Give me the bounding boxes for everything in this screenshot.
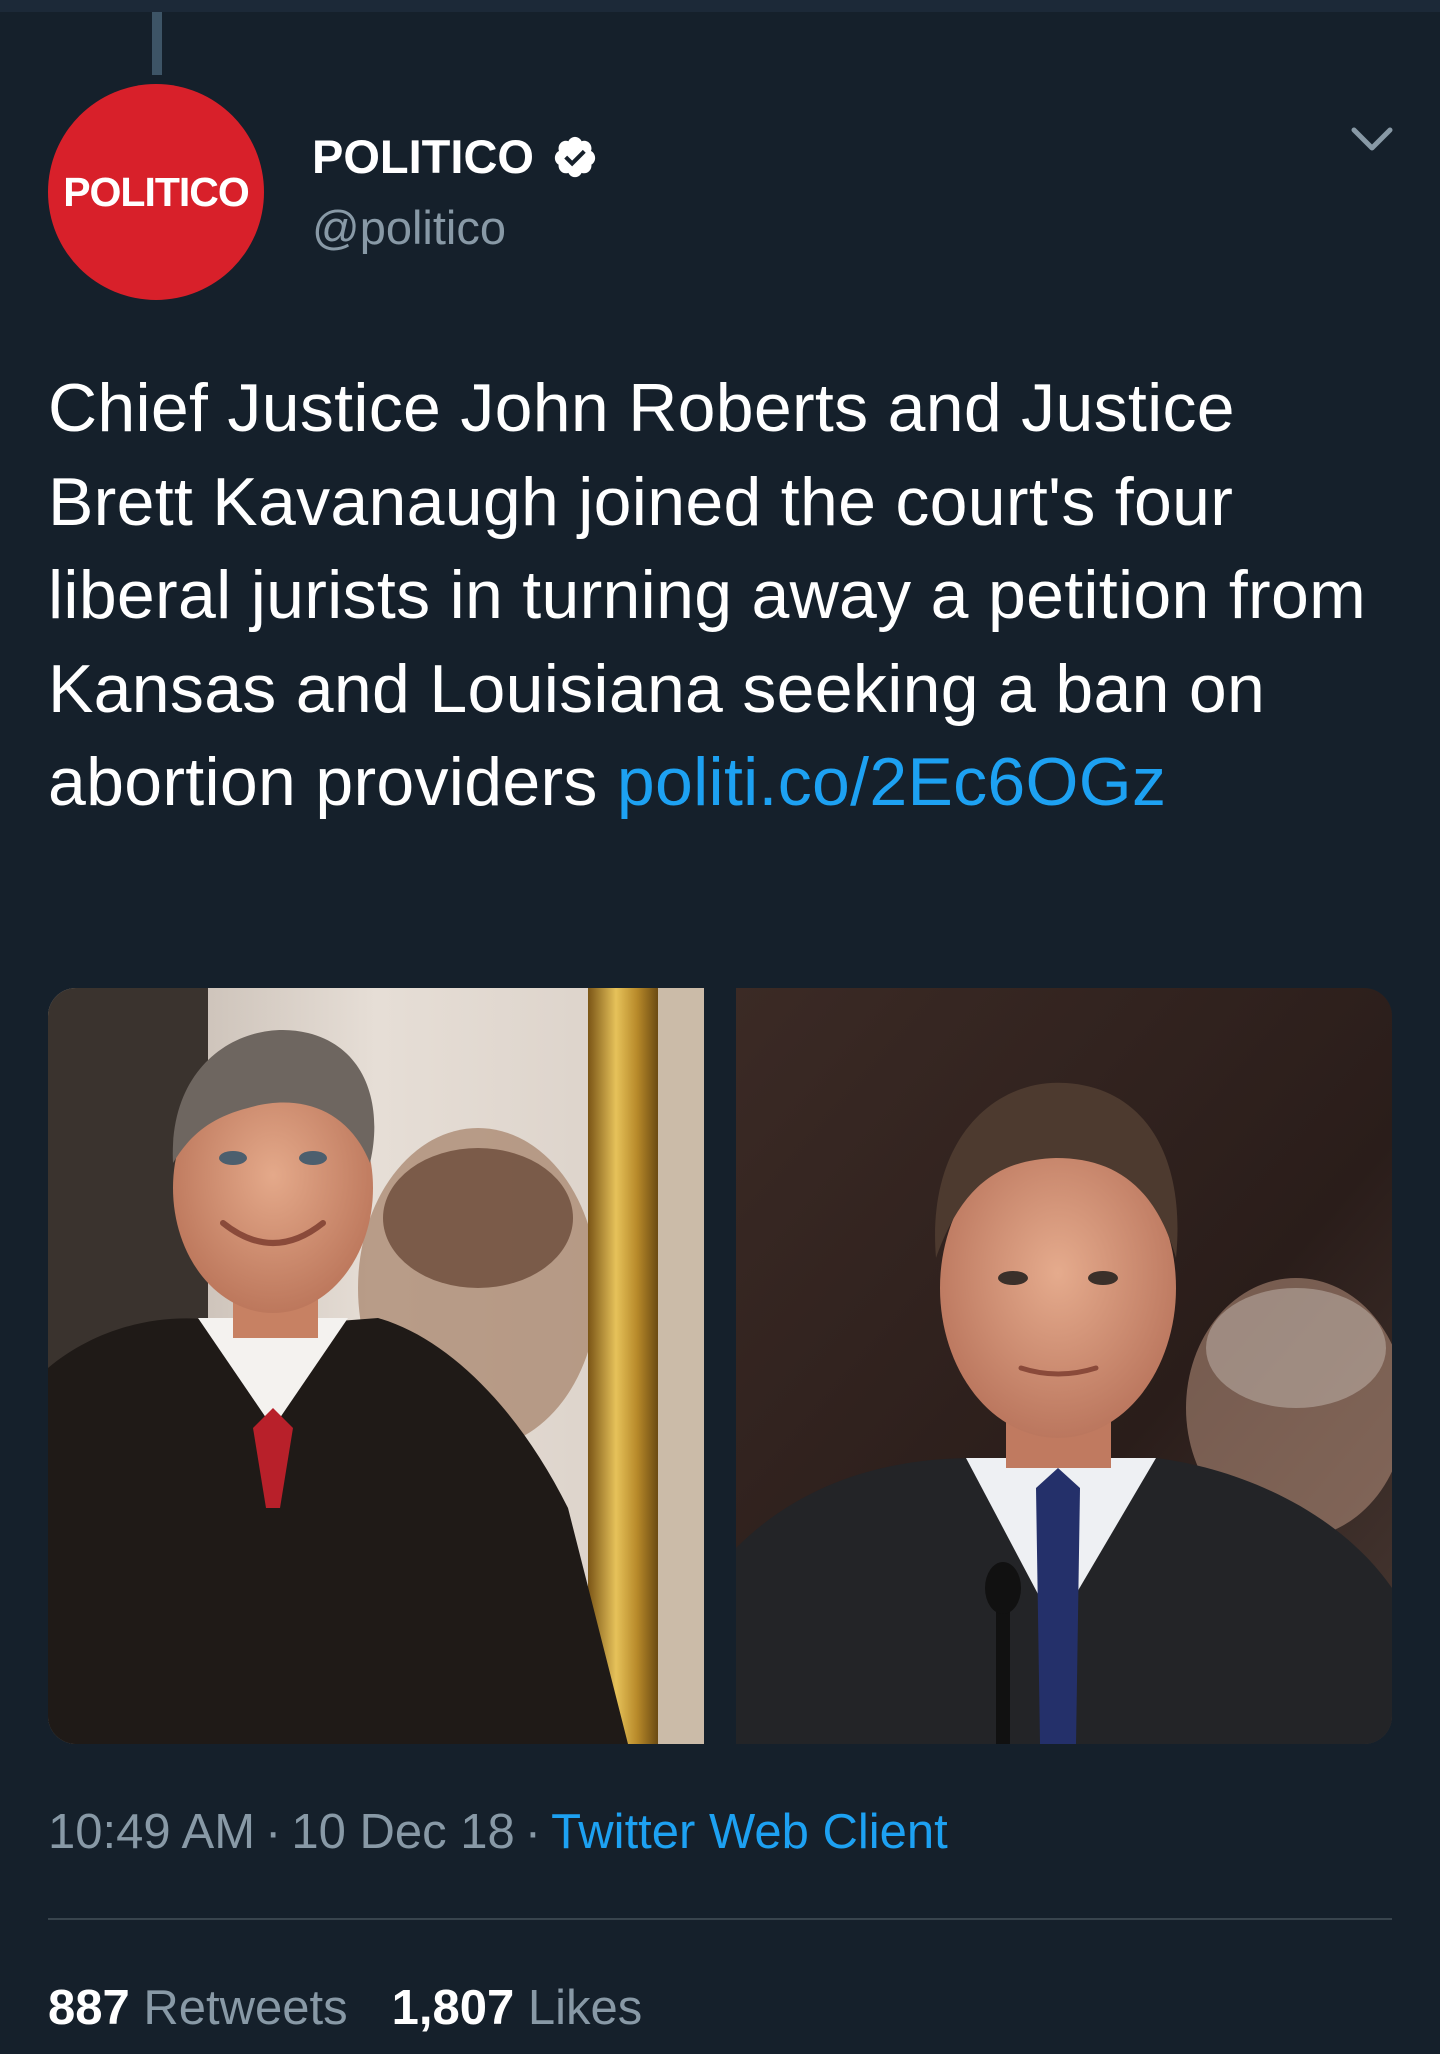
thread-connector-line: [152, 12, 162, 75]
likes-count: 1,807: [391, 1981, 515, 2035]
photo-brett-kavanaugh[interactable]: [736, 988, 1392, 1744]
tweet-client-link[interactable]: Twitter Web Client: [551, 1805, 948, 1859]
tweet-meta: 10:49 AM · 10 Dec 18 · Twitter Web Client: [48, 1802, 948, 1862]
tweet-text: Chief Justice John Roberts and Justice B…: [48, 362, 1398, 830]
likes-stat[interactable]: 1,807 Likes: [392, 1981, 643, 2035]
author-handle[interactable]: @politico: [312, 200, 506, 256]
author-name[interactable]: POLITICO: [312, 130, 598, 184]
photo-john-roberts[interactable]: [48, 988, 704, 1744]
likes-label: Likes: [527, 1981, 643, 2035]
author-name-label: POLITICO: [312, 130, 534, 183]
stats-divider: [48, 1918, 1392, 1920]
meta-separator: ·: [524, 1805, 542, 1859]
verified-badge-icon: [554, 136, 596, 178]
tweet-link[interactable]: politi.co/2Ec6OGz: [617, 744, 1166, 820]
meta-separator: ·: [265, 1805, 282, 1859]
avatar[interactable]: POLITICO: [48, 84, 264, 300]
photo-brett-kavanaugh-image: [736, 988, 1392, 1744]
tweet-date[interactable]: 10 Dec 18: [291, 1805, 514, 1859]
tweet-time[interactable]: 10:49 AM: [48, 1805, 255, 1859]
chevron-down-icon[interactable]: [1350, 124, 1394, 156]
avatar-logo-text: POLITICO: [63, 168, 250, 215]
retweets-stat[interactable]: 887 Retweets: [48, 1981, 348, 2035]
tweet-stats: 887 Retweets 1,807 Likes: [48, 1978, 686, 2038]
photo-john-roberts-image: [48, 988, 704, 1744]
retweets-count: 887: [48, 1981, 130, 2035]
tweet-media: [48, 988, 1392, 1744]
retweets-label: Retweets: [143, 1981, 348, 2035]
thread-top-border: [0, 0, 1440, 12]
